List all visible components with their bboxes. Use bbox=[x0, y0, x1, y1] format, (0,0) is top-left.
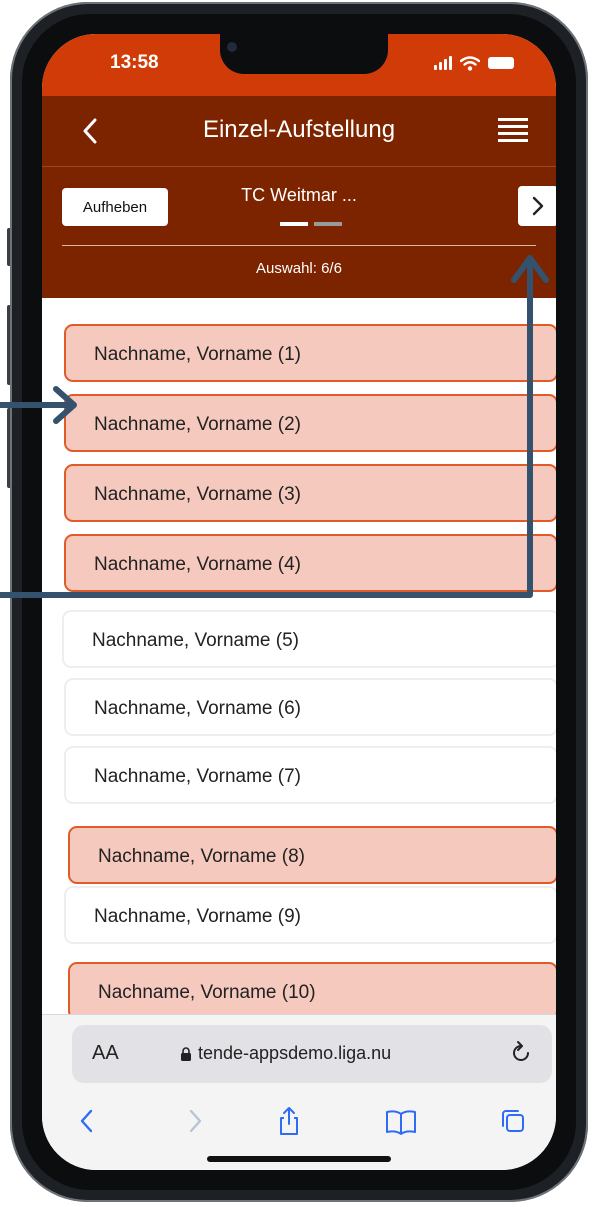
player-row[interactable]: Nachname, Vorname (10) bbox=[68, 962, 556, 1020]
player-name: Nachname, Vorname (10) bbox=[98, 982, 316, 1003]
player-list: Nachname, Vorname (1) Nachname, Vorname … bbox=[42, 298, 556, 1034]
signal-icon bbox=[434, 56, 452, 70]
header: Einzel-Aufstellung bbox=[42, 96, 556, 166]
player-name: Nachname, Vorname (2) bbox=[94, 414, 301, 435]
page-title: Einzel-Aufstellung bbox=[202, 116, 396, 143]
home-indicator bbox=[207, 1156, 391, 1162]
camera-icon bbox=[227, 42, 237, 52]
page-dot bbox=[314, 222, 342, 226]
player-row[interactable]: Nachname, Vorname (8) bbox=[68, 826, 556, 884]
menu-icon[interactable] bbox=[498, 118, 528, 142]
player-row[interactable]: Nachname, Vorname (1) bbox=[64, 324, 556, 382]
forward-icon[interactable] bbox=[180, 1105, 210, 1137]
lock-icon bbox=[181, 1047, 191, 1061]
player-row[interactable]: Nachname, Vorname (7) bbox=[64, 746, 556, 804]
player-row[interactable]: Nachname, Vorname (2) bbox=[64, 394, 556, 452]
player-name: Nachname, Vorname (1) bbox=[94, 344, 301, 365]
next-team-button[interactable] bbox=[518, 186, 556, 226]
phone-screen: 13:58 Einzel-Aufstellung Aufheben TC Wei… bbox=[42, 34, 556, 1170]
browser-toolbar bbox=[42, 1097, 556, 1147]
chevron-right-icon bbox=[532, 196, 544, 216]
player-row[interactable]: Nachname, Vorname (6) bbox=[64, 678, 556, 736]
wifi-icon bbox=[460, 55, 480, 71]
reload-icon[interactable] bbox=[508, 1039, 534, 1067]
team-bar: Aufheben TC Weitmar ... Auswahl: 6/6 bbox=[42, 166, 556, 299]
player-name: Nachname, Vorname (8) bbox=[98, 846, 305, 867]
back-icon[interactable] bbox=[72, 1105, 102, 1137]
notch bbox=[220, 34, 388, 74]
url-text: tende-appsdemo.liga.nu bbox=[198, 1043, 392, 1063]
browser-bar: AA tende-appsdemo.liga.nu bbox=[42, 1014, 556, 1170]
player-name: Nachname, Vorname (7) bbox=[94, 766, 301, 787]
selection-count: Auswahl: 6/6 bbox=[256, 260, 342, 277]
page-dot-active bbox=[280, 222, 308, 226]
battery-icon bbox=[488, 57, 514, 69]
status-time: 13:58 bbox=[110, 52, 159, 73]
page-indicator bbox=[280, 222, 342, 226]
player-row[interactable]: Nachname, Vorname (4) bbox=[64, 534, 556, 592]
player-name: Nachname, Vorname (6) bbox=[94, 698, 301, 719]
player-name: Nachname, Vorname (4) bbox=[94, 554, 301, 575]
player-row[interactable]: Nachname, Vorname (3) bbox=[64, 464, 556, 522]
share-icon[interactable] bbox=[274, 1105, 304, 1137]
tabs-icon[interactable] bbox=[498, 1105, 528, 1137]
player-row[interactable]: Nachname, Vorname (9) bbox=[64, 886, 556, 944]
text-size-button[interactable]: AA bbox=[92, 1042, 119, 1065]
divider bbox=[62, 245, 536, 246]
team-name: TC Weitmar ... bbox=[241, 185, 357, 205]
player-name: Nachname, Vorname (5) bbox=[92, 630, 299, 651]
url-field[interactable]: AA tende-appsdemo.liga.nu bbox=[72, 1025, 552, 1083]
status-bar: 13:58 bbox=[42, 34, 556, 96]
player-row[interactable]: Nachname, Vorname (5) bbox=[62, 610, 556, 668]
player-name: Nachname, Vorname (9) bbox=[94, 906, 301, 927]
status-icons bbox=[434, 54, 514, 72]
bookmarks-icon[interactable] bbox=[384, 1105, 418, 1137]
player-name: Nachname, Vorname (3) bbox=[94, 484, 301, 505]
